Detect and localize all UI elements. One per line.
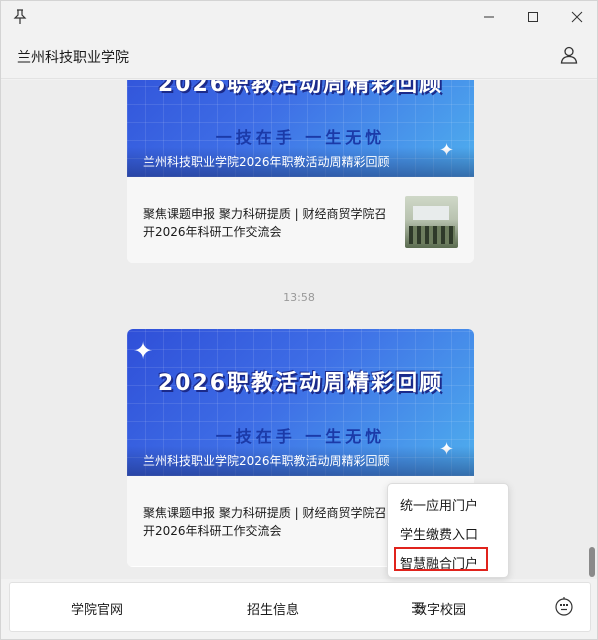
sub-article-thumbnail [405, 196, 458, 248]
sub-article-title: 聚焦课题申报 聚力科研提质 | 财经商贸学院召开2026年科研工作交流会 [143, 207, 387, 239]
banner-title: 2026职教活动周精彩回顾 [157, 371, 444, 396]
menu-item-college-website[interactable]: 学院官网 [30, 583, 164, 633]
keyboard-icon[interactable] [554, 597, 574, 617]
bottom-menu: 学院官网 招生信息 数字校园 [9, 582, 591, 632]
menu-item-digital-campus[interactable]: 数字校园 [400, 583, 480, 633]
maximize-icon [528, 12, 538, 22]
highlight-box [394, 547, 488, 571]
maximize-button[interactable] [511, 1, 555, 33]
message-timestamp: 13:58 [283, 291, 315, 304]
banner-title: 2026职教活动周精彩回顾 [157, 80, 444, 97]
scrollbar-thumb[interactable] [589, 547, 595, 577]
sub-article-title: 聚焦课题申报 聚力科研提质 | 财经商贸学院召开2026年科研工作交流会 [143, 506, 387, 538]
title-bar [1, 1, 597, 33]
banner-caption: 兰州科技职业学院2026年职教活动周精彩回顾 [127, 446, 474, 476]
chat-header: 兰州科技职业学院 [1, 33, 597, 79]
minimize-button[interactable] [467, 1, 511, 33]
close-button[interactable] [555, 1, 598, 33]
submenu-item-student-payment[interactable]: 学生缴费入口 [400, 524, 478, 543]
chat-window: 兰州科技职业学院 2026职教活动周精彩回顾 一技在手 一生无忧 ✦ 兰州科技职… [0, 0, 598, 640]
minimize-icon [484, 16, 494, 18]
submenu-item-unified-portal[interactable]: 统一应用门户 [400, 495, 478, 514]
close-icon [571, 11, 583, 23]
profile-icon[interactable] [559, 45, 579, 65]
article-banner[interactable]: ✦ 2026职教活动周精彩回顾 一技在手 一生无忧 ✦ 兰州科技职业学院2026… [127, 329, 474, 476]
pin-icon[interactable] [13, 9, 27, 25]
article-card[interactable]: 2026职教活动周精彩回顾 一技在手 一生无忧 ✦ 兰州科技职业学院2026年职… [127, 80, 474, 263]
account-name: 兰州科技职业学院 [17, 50, 129, 66]
article-sub-item[interactable]: 聚焦课题申报 聚力科研提质 | 财经商贸学院召开2026年科研工作交流会 [127, 177, 474, 263]
banner-slogan: 一技在手 一生无忧 [215, 128, 386, 147]
banner-caption: 兰州科技职业学院2026年职教活动周精彩回顾 [127, 147, 474, 177]
banner-slogan: 一技在手 一生无忧 [215, 427, 386, 446]
sparkle-icon: ✦ [133, 337, 154, 365]
article-banner[interactable]: 2026职教活动周精彩回顾 一技在手 一生无忧 ✦ 兰州科技职业学院2026年职… [127, 80, 474, 177]
menu-item-admissions[interactable]: 招生信息 [206, 583, 340, 633]
